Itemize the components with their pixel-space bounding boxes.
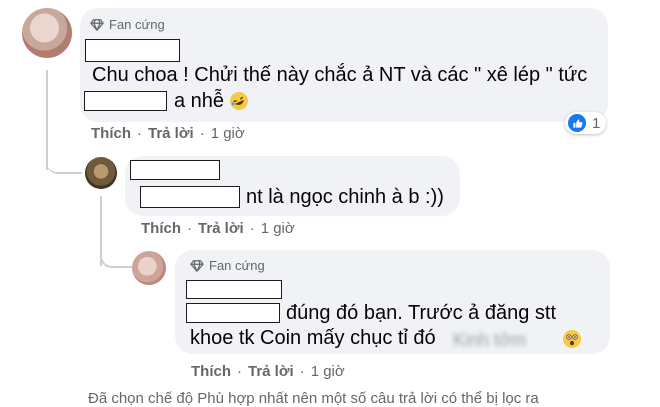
- redacted-name-2: [140, 186, 240, 208]
- comment-text: đúng đó bạn. Trước ả đăng stt: [286, 302, 557, 324]
- redacted-name[interactable]: [186, 280, 282, 299]
- like-button[interactable]: Thích: [91, 125, 131, 142]
- avatar[interactable]: [22, 8, 72, 58]
- avatar[interactable]: [85, 157, 117, 189]
- reply-button[interactable]: Trả lời: [198, 220, 244, 237]
- reply-button[interactable]: Trả lời: [248, 363, 294, 380]
- comment-text: nt là ngọc chinh à b :)): [246, 186, 444, 208]
- thread-connector-reply2: [100, 244, 132, 268]
- reaction-count: 1: [592, 114, 601, 132]
- comment-actions: Thích · Trả lời · 1 giờ: [91, 125, 245, 142]
- blurred-text: Kinh tởm: [453, 330, 526, 350]
- comment-actions: Thích · Trả lời · 1 giờ: [141, 220, 295, 237]
- comment-text-tail: a nhễ: [174, 90, 225, 112]
- astonished-face-emoji: [563, 330, 582, 348]
- reaction-summary[interactable]: 1: [565, 112, 607, 134]
- badge-label: Fan cứng: [209, 258, 265, 273]
- redacted-text: [84, 91, 167, 111]
- thread-connector-reply1: [46, 148, 82, 174]
- like-icon: [568, 114, 586, 132]
- avatar[interactable]: [132, 251, 166, 285]
- comment-actions: Thích · Trả lời · 1 giờ: [191, 363, 345, 380]
- redacted-name[interactable]: [130, 160, 220, 180]
- like-button[interactable]: Thích: [141, 220, 181, 237]
- redacted-name[interactable]: [85, 39, 180, 62]
- timestamp[interactable]: 1 giờ: [211, 125, 245, 142]
- comment-text: Chu choa ! Chửi thế này chắc ả NT và các…: [92, 64, 588, 86]
- redacted-text: [186, 303, 280, 323]
- fan-badge: Fan cứng: [90, 17, 165, 32]
- like-button[interactable]: Thích: [191, 363, 231, 380]
- badge-label: Fan cứng: [109, 17, 165, 32]
- comment-text-line2: khoe tk Coin mấy chục tỉ đó: [190, 327, 436, 349]
- reply-button[interactable]: Trả lời: [148, 125, 194, 142]
- timestamp[interactable]: 1 giờ: [311, 363, 345, 380]
- timestamp[interactable]: 1 giờ: [261, 220, 295, 237]
- filter-notice: Đã chọn chế độ Phù hợp nhất nên một số c…: [88, 390, 539, 407]
- fan-badge: Fan cứng: [190, 258, 265, 273]
- diamond-icon: [190, 259, 204, 272]
- diamond-icon: [90, 18, 104, 31]
